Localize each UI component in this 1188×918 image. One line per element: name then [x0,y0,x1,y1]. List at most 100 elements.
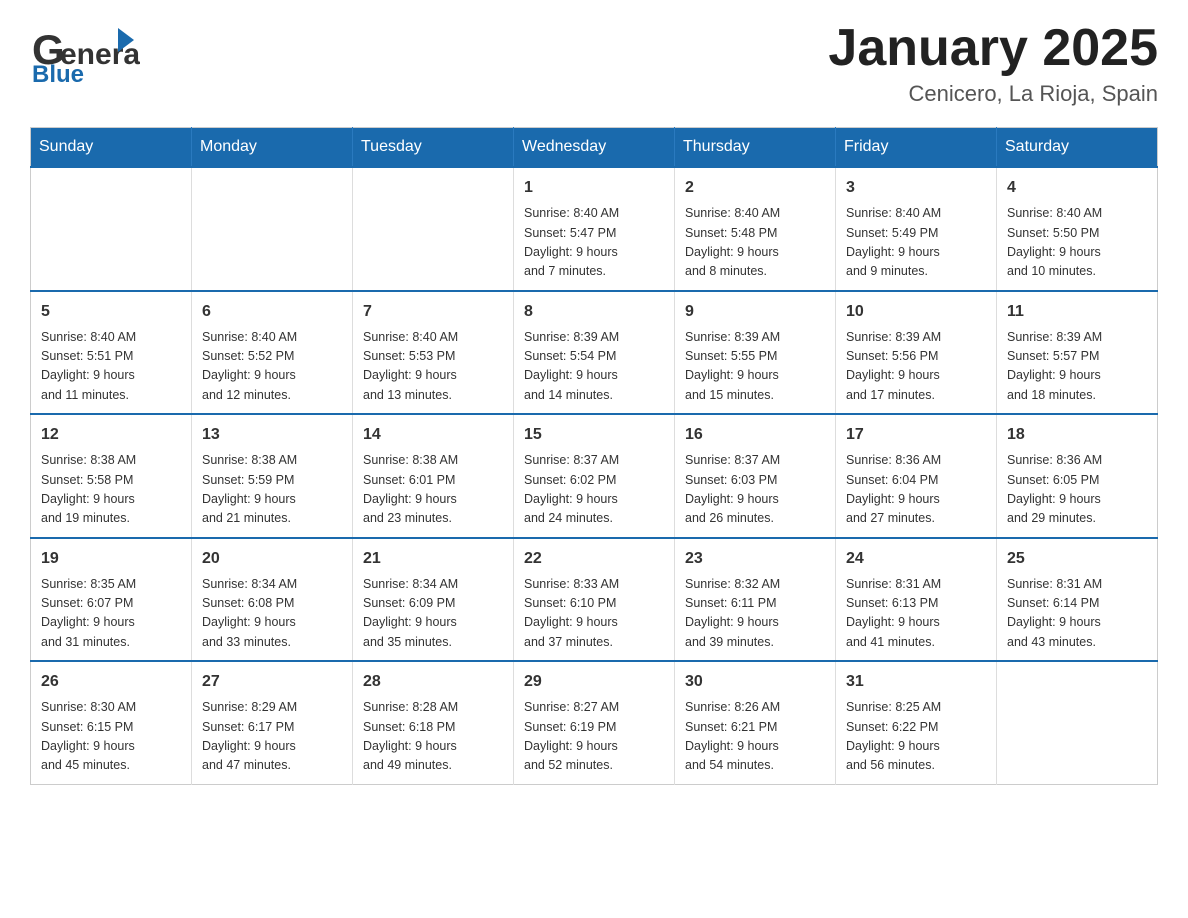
calendar-cell: 1 Sunrise: 8:40 AM Sunset: 5:47 PM Daylig… [514,167,675,291]
day-number: 20 [202,547,342,571]
calendar-header: SundayMondayTuesdayWednesdayThursdayFrid… [31,128,1158,168]
calendar-cell: 13Sunrise: 8:38 AM Sunset: 5:59 PM Dayli… [192,414,353,538]
day-number: 1 [524,176,664,200]
calendar-cell: 27Sunrise: 8:29 AM Sunset: 6:17 PM Dayli… [192,661,353,784]
day-header-wednesday: Wednesday [514,128,675,168]
calendar-table: SundayMondayTuesdayWednesdayThursdayFrid… [30,127,1158,785]
day-number: 26 [41,670,181,694]
day-info: Sunrise: 8:38 AM Sunset: 6:01 PM Dayligh… [363,451,503,529]
calendar-cell: 3 Sunrise: 8:40 AM Sunset: 5:49 PM Daylig… [836,167,997,291]
day-info: Sunrise: 8:39 AM Sunset: 5:56 PM Dayligh… [846,328,986,406]
day-info: Sunrise: 8:34 AM Sunset: 6:09 PM Dayligh… [363,575,503,653]
calendar-cell: 14 Sunrise: 8:38 AM Sunset: 6:01 PM Dayli… [353,414,514,538]
calendar-cell [353,167,514,291]
calendar-cell: 16 Sunrise: 8:37 AM Sunset: 6:03 PM Dayli… [675,414,836,538]
calendar-cell: 8 Sunrise: 8:39 AM Sunset: 5:54 PM Daylig… [514,291,675,415]
day-info: Sunrise: 8:40 AM Sunset: 5:47 PM Dayligh… [524,204,664,282]
day-info: Sunrise: 8:36 AM Sunset: 6:05 PM Dayligh… [1007,451,1147,529]
day-info: Sunrise: 8:40 AM Sunset: 5:51 PM Dayligh… [41,328,181,406]
page-header: G eneral Blue January 2025 Cenicero, La … [30,20,1158,107]
calendar-cell: 7 Sunrise: 8:40 AM Sunset: 5:53 PM Daylig… [353,291,514,415]
calendar-cell: 30Sunrise: 8:26 AM Sunset: 6:21 PM Dayli… [675,661,836,784]
calendar-cell: 21 Sunrise: 8:34 AM Sunset: 6:09 PM Dayli… [353,538,514,662]
calendar-cell: 22 Sunrise: 8:33 AM Sunset: 6:10 PM Dayli… [514,538,675,662]
week-row-3: 19 Sunrise: 8:35 AM Sunset: 6:07 PM Dayli… [31,538,1158,662]
day-header-sunday: Sunday [31,128,192,168]
day-info: Sunrise: 8:39 AM Sunset: 5:57 PM Dayligh… [1007,328,1147,406]
day-info: Sunrise: 8:35 AM Sunset: 6:07 PM Dayligh… [41,575,181,653]
calendar-cell [31,167,192,291]
day-info: Sunrise: 8:25 AM Sunset: 6:22 PM Dayligh… [846,698,986,776]
day-info: Sunrise: 8:39 AM Sunset: 5:54 PM Dayligh… [524,328,664,406]
day-info: Sunrise: 8:31 AM Sunset: 6:13 PM Dayligh… [846,575,986,653]
day-number: 10 [846,300,986,324]
day-info: Sunrise: 8:30 AM Sunset: 6:15 PM Dayligh… [41,698,181,776]
calendar-cell: 17 Sunrise: 8:36 AM Sunset: 6:04 PM Dayli… [836,414,997,538]
calendar-cell: 26 Sunrise: 8:30 AM Sunset: 6:15 PM Dayli… [31,661,192,784]
calendar-cell: 10 Sunrise: 8:39 AM Sunset: 5:56 PM Dayli… [836,291,997,415]
day-header-monday: Monday [192,128,353,168]
logo: G eneral Blue [30,20,140,85]
day-number: 18 [1007,423,1147,447]
day-number: 14 [363,423,503,447]
day-info: Sunrise: 8:34 AM Sunset: 6:08 PM Dayligh… [202,575,342,653]
day-number: 7 [363,300,503,324]
day-info: Sunrise: 8:28 AM Sunset: 6:18 PM Dayligh… [363,698,503,776]
calendar-title: January 2025 [828,20,1158,77]
day-info: Sunrise: 8:29 AM Sunset: 6:17 PM Dayligh… [202,698,342,776]
day-info: Sunrise: 8:40 AM Sunset: 5:48 PM Dayligh… [685,204,825,282]
day-info: Sunrise: 8:37 AM Sunset: 6:03 PM Dayligh… [685,451,825,529]
day-info: Sunrise: 8:40 AM Sunset: 5:50 PM Dayligh… [1007,204,1147,282]
svg-text:Blue: Blue [32,61,84,85]
day-header-row: SundayMondayTuesdayWednesdayThursdayFrid… [31,128,1158,168]
day-info: Sunrise: 8:40 AM Sunset: 5:52 PM Dayligh… [202,328,342,406]
calendar-cell: 4 Sunrise: 8:40 AM Sunset: 5:50 PM Daylig… [997,167,1158,291]
day-info: Sunrise: 8:37 AM Sunset: 6:02 PM Dayligh… [524,451,664,529]
day-number: 11 [1007,300,1147,324]
day-number: 19 [41,547,181,571]
week-row-4: 26 Sunrise: 8:30 AM Sunset: 6:15 PM Dayli… [31,661,1158,784]
calendar-cell: 12Sunrise: 8:38 AM Sunset: 5:58 PM Dayli… [31,414,192,538]
day-info: Sunrise: 8:40 AM Sunset: 5:53 PM Dayligh… [363,328,503,406]
calendar-cell: 20 Sunrise: 8:34 AM Sunset: 6:08 PM Dayli… [192,538,353,662]
day-header-friday: Friday [836,128,997,168]
day-info: Sunrise: 8:38 AM Sunset: 5:58 PM Dayligh… [41,451,181,529]
day-number: 13 [202,423,342,447]
calendar-cell: 5 Sunrise: 8:40 AM Sunset: 5:51 PM Daylig… [31,291,192,415]
day-number: 24 [846,547,986,571]
day-number: 30 [685,670,825,694]
day-number: 8 [524,300,664,324]
day-number: 25 [1007,547,1147,571]
calendar-cell: 2 Sunrise: 8:40 AM Sunset: 5:48 PM Daylig… [675,167,836,291]
day-info: Sunrise: 8:33 AM Sunset: 6:10 PM Dayligh… [524,575,664,653]
calendar-cell: 18 Sunrise: 8:36 AM Sunset: 6:05 PM Dayli… [997,414,1158,538]
calendar-cell: 15Sunrise: 8:37 AM Sunset: 6:02 PM Dayli… [514,414,675,538]
calendar-cell: 31Sunrise: 8:25 AM Sunset: 6:22 PM Dayli… [836,661,997,784]
calendar-subtitle: Cenicero, La Rioja, Spain [828,81,1158,107]
title-block: January 2025 Cenicero, La Rioja, Spain [828,20,1158,107]
day-header-tuesday: Tuesday [353,128,514,168]
day-number: 23 [685,547,825,571]
day-number: 5 [41,300,181,324]
day-number: 28 [363,670,503,694]
day-number: 21 [363,547,503,571]
day-number: 9 [685,300,825,324]
day-info: Sunrise: 8:39 AM Sunset: 5:55 PM Dayligh… [685,328,825,406]
day-number: 17 [846,423,986,447]
calendar-cell: 29Sunrise: 8:27 AM Sunset: 6:19 PM Dayli… [514,661,675,784]
calendar-cell [192,167,353,291]
calendar-cell: 11 Sunrise: 8:39 AM Sunset: 5:57 PM Dayli… [997,291,1158,415]
week-row-0: 1 Sunrise: 8:40 AM Sunset: 5:47 PM Daylig… [31,167,1158,291]
day-info: Sunrise: 8:32 AM Sunset: 6:11 PM Dayligh… [685,575,825,653]
calendar-cell: 25Sunrise: 8:31 AM Sunset: 6:14 PM Dayli… [997,538,1158,662]
week-row-1: 5 Sunrise: 8:40 AM Sunset: 5:51 PM Daylig… [31,291,1158,415]
day-info: Sunrise: 8:27 AM Sunset: 6:19 PM Dayligh… [524,698,664,776]
day-info: Sunrise: 8:36 AM Sunset: 6:04 PM Dayligh… [846,451,986,529]
day-number: 4 [1007,176,1147,200]
day-number: 3 [846,176,986,200]
calendar-cell: 6Sunrise: 8:40 AM Sunset: 5:52 PM Daylig… [192,291,353,415]
day-number: 22 [524,547,664,571]
day-info: Sunrise: 8:40 AM Sunset: 5:49 PM Dayligh… [846,204,986,282]
day-number: 2 [685,176,825,200]
day-number: 16 [685,423,825,447]
